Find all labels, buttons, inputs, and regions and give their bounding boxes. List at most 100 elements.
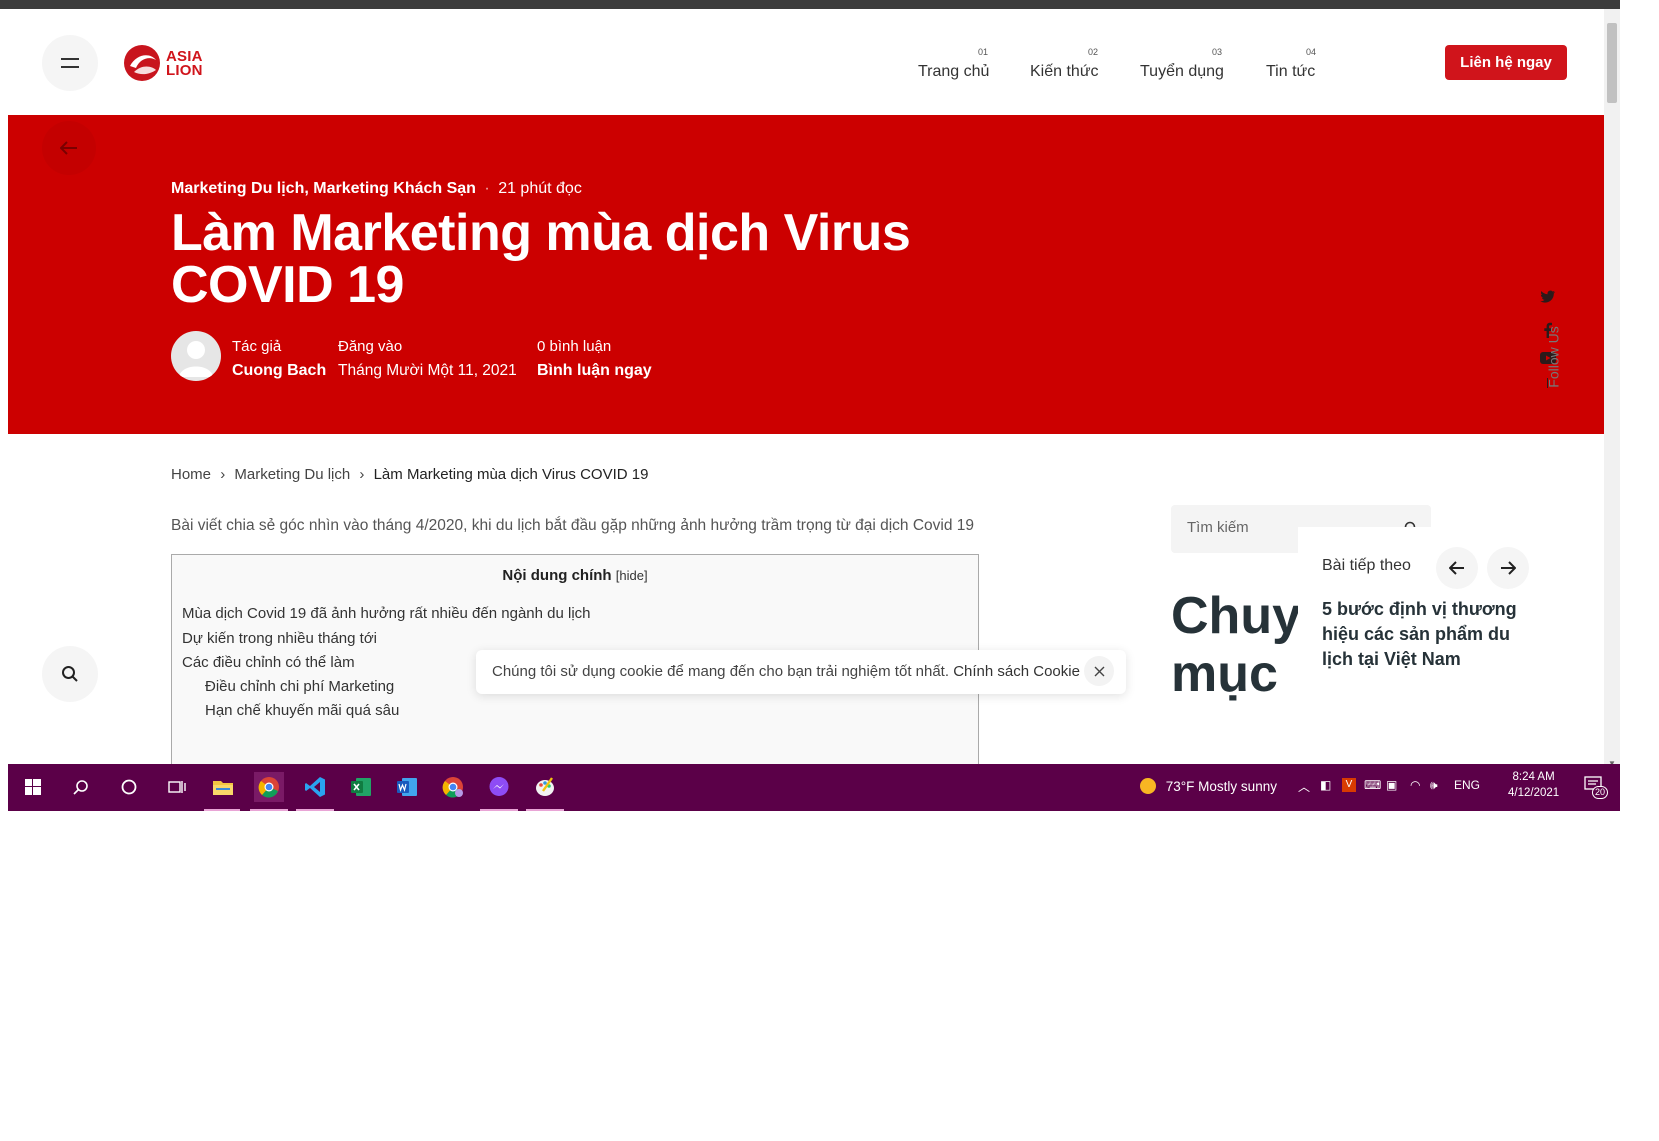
vivaldi-tray-icon[interactable]: V bbox=[1342, 778, 1356, 792]
nav-item-tuyen-dung[interactable]: 03 Tuyển dụng bbox=[1140, 47, 1224, 80]
category-links[interactable]: Marketing Du lịch, Marketing Khách Sạn bbox=[171, 180, 476, 197]
language-indicator[interactable]: ENG bbox=[1454, 778, 1480, 792]
nav-item-trang-chu[interactable]: 01 Trang chủ bbox=[918, 47, 989, 80]
comment-now-link[interactable]: Bình luận ngay bbox=[537, 359, 652, 383]
paint-icon bbox=[536, 777, 554, 796]
author-name[interactable]: Cuong Bach bbox=[232, 359, 326, 383]
next-post-card: Bài tiếp theo 5 bước định vị thương hiệu… bbox=[1298, 527, 1550, 727]
hamburger-icon bbox=[61, 58, 79, 68]
toc-title-text: Nội dung chính bbox=[502, 567, 612, 584]
device-icon[interactable]: ▣ bbox=[1386, 778, 1397, 792]
breadcrumb-current: Làm Marketing mùa dịch Virus COVID 19 bbox=[373, 466, 649, 483]
messenger-icon bbox=[489, 777, 509, 796]
notification-badge: 20 bbox=[1592, 786, 1609, 799]
author-meta: Tác giả Cuong Bach bbox=[232, 335, 326, 383]
article-categories: Marketing Du lịch, Marketing Khách Sạn ·… bbox=[171, 180, 582, 197]
task-view-button[interactable] bbox=[162, 772, 192, 802]
toc-item[interactable]: Các điều chỉnh có thể làm bbox=[182, 654, 355, 671]
chevron-up-icon[interactable]: ︿ bbox=[1298, 778, 1310, 795]
sun-cloud-icon bbox=[1140, 778, 1156, 794]
back-button[interactable] bbox=[42, 121, 96, 175]
floating-search-button[interactable] bbox=[42, 646, 98, 702]
chrome-button[interactable] bbox=[254, 772, 284, 802]
vscode-icon bbox=[305, 777, 325, 797]
toc-subitem[interactable]: Hạn chế khuyến mãi quá sâu bbox=[205, 702, 399, 719]
sidebar-heading-line-1: Chuy bbox=[1171, 587, 1301, 645]
cookie-banner: Chúng tôi sử dụng cookie để mang đến cho… bbox=[476, 650, 1126, 694]
messenger-button[interactable] bbox=[484, 772, 514, 802]
toc-item[interactable]: Dự kiến trong nhiều tháng tới bbox=[182, 630, 377, 647]
cookie-message: Chúng tôi sử dụng cookie để mang đến cho… bbox=[492, 663, 950, 680]
browser-viewport: ASIA LION 01 Trang chủ 02 Kiến thức 03 T… bbox=[8, 9, 1620, 811]
nav-item-kien-thuc[interactable]: 02 Kiến thức bbox=[1030, 47, 1099, 80]
meet-now-icon[interactable]: ◧ bbox=[1320, 778, 1331, 792]
posted-label: Đăng vào bbox=[338, 338, 403, 355]
close-icon bbox=[1094, 666, 1104, 676]
clock-time: 8:24 AM bbox=[1512, 771, 1555, 783]
word-button[interactable] bbox=[392, 772, 422, 802]
action-center-button[interactable]: 20 bbox=[1584, 776, 1609, 799]
site-logo[interactable]: ASIA LION bbox=[122, 42, 212, 86]
vscode-button[interactable] bbox=[300, 772, 330, 802]
search-icon bbox=[73, 780, 88, 795]
next-post-button[interactable] bbox=[1487, 547, 1529, 589]
excel-button[interactable] bbox=[346, 772, 376, 802]
arrow-right-icon bbox=[1501, 561, 1516, 575]
excel-icon bbox=[351, 778, 371, 796]
ime-icon[interactable]: ⌨ bbox=[1364, 778, 1381, 792]
taskbar-clock[interactable]: 8:24 AM 4/12/2021 bbox=[1508, 769, 1559, 801]
weather-widget[interactable]: 73°F Mostly sunny bbox=[1140, 778, 1277, 794]
breadcrumb-home[interactable]: Home bbox=[171, 466, 211, 483]
wifi-icon[interactable]: ◠ bbox=[1410, 778, 1420, 792]
nav-label: Tuyển dụng bbox=[1140, 63, 1224, 80]
active-indicator bbox=[296, 809, 334, 811]
nav-number: 02 bbox=[1087, 47, 1098, 57]
breadcrumb: Home › Marketing Du lịch › Làm Marketing… bbox=[171, 466, 648, 483]
prev-post-button[interactable] bbox=[1436, 547, 1478, 589]
active-indicator bbox=[250, 809, 288, 811]
scrollbar-thumb[interactable] bbox=[1607, 23, 1617, 103]
follow-us-label: Follow Us bbox=[1545, 326, 1562, 388]
next-post-title[interactable]: 5 bước định vị thương hiệu các sản phẩm … bbox=[1322, 597, 1542, 672]
nav-label: Kiến thức bbox=[1030, 63, 1099, 80]
page-scrollbar[interactable]: ▼ bbox=[1604, 9, 1620, 809]
nav-number: 04 bbox=[1305, 47, 1316, 57]
twitter-icon[interactable] bbox=[1540, 290, 1556, 304]
comment-meta: 0 bình luận Bình luận ngay bbox=[537, 335, 652, 383]
contact-button[interactable]: Liên hệ ngay bbox=[1445, 45, 1567, 80]
taskbar-search-button[interactable] bbox=[66, 772, 96, 802]
chrome-profile-button[interactable] bbox=[438, 772, 468, 802]
article-hero: Marketing Du lịch, Marketing Khách Sạn ·… bbox=[8, 115, 1604, 434]
cortana-icon bbox=[121, 779, 137, 795]
author-avatar[interactable] bbox=[171, 331, 221, 381]
windows-logo-icon bbox=[25, 779, 41, 795]
toc-subitem[interactable]: Điều chỉnh chi phí Marketing bbox=[205, 678, 394, 695]
article-intro: Bài viết chia sẻ góc nhìn vào tháng 4/20… bbox=[171, 517, 975, 534]
nav-item-tin-tuc[interactable]: 04 Tin tức bbox=[1266, 47, 1316, 80]
menu-button[interactable] bbox=[42, 35, 98, 91]
cookie-policy-link[interactable]: Chính sách Cookie bbox=[953, 663, 1080, 680]
article-title: Làm Marketing mùa dịch Virus COVID 19 bbox=[171, 204, 911, 314]
author-label: Tác giả bbox=[232, 338, 282, 355]
paint-button[interactable] bbox=[530, 772, 560, 802]
user-avatar-icon bbox=[179, 341, 213, 377]
nav-number: 01 bbox=[977, 47, 988, 57]
clock-date: 4/12/2021 bbox=[1508, 787, 1560, 799]
nav-number: 03 bbox=[1211, 47, 1222, 57]
file-explorer-button[interactable] bbox=[208, 772, 238, 802]
date-meta: Đăng vào Tháng Mười Một 11, 2021 bbox=[338, 335, 517, 383]
volume-icon[interactable]: 🕪 bbox=[1430, 778, 1438, 793]
lion-logo-icon bbox=[124, 45, 160, 81]
start-button[interactable] bbox=[18, 772, 48, 802]
toc-hide-toggle[interactable]: [hide] bbox=[616, 568, 648, 583]
breadcrumb-category[interactable]: Marketing Du lịch bbox=[234, 466, 350, 483]
chrome-alt-icon bbox=[442, 777, 463, 798]
weather-text: 73°F Mostly sunny bbox=[1165, 779, 1277, 794]
toc-item[interactable]: Mùa dịch Covid 19 đã ảnh hưởng rất nhiều… bbox=[182, 605, 591, 622]
cortana-button[interactable] bbox=[114, 772, 144, 802]
cookie-close-button[interactable] bbox=[1084, 656, 1114, 686]
active-indicator bbox=[204, 809, 240, 811]
cookie-text: Chúng tôi sử dụng cookie để mang đến cho… bbox=[492, 663, 1080, 680]
posted-date: Tháng Mười Một 11, 2021 bbox=[338, 362, 517, 379]
logo-line-2: LION bbox=[166, 62, 203, 79]
